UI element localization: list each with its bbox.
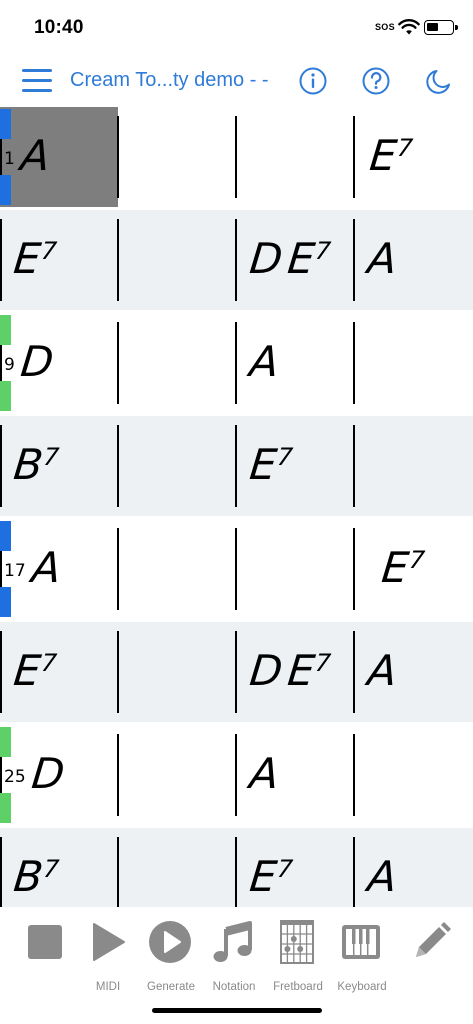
bar-line	[117, 219, 119, 301]
bar-line	[353, 631, 355, 713]
bar-line	[235, 734, 237, 816]
bar-line	[235, 219, 237, 301]
chord-symbol[interactable]: E7	[11, 646, 58, 695]
bar-line	[353, 734, 355, 816]
song-title[interactable]: Cream To...ty demo - -	[70, 69, 269, 92]
battery-icon	[424, 20, 458, 35]
chord-symbol[interactable]: A	[365, 646, 399, 695]
chord-grid[interactable]: 1 A E7 E7 D E7 A 9 D A B7 E7 17 A E7 E7 D E7 A 25 D A B7 E7 A	[0, 107, 473, 928]
section-marker	[0, 175, 11, 205]
chord-symbol[interactable]: A	[365, 852, 399, 901]
bar-line	[235, 322, 237, 404]
bar-line	[0, 219, 2, 301]
info-icon[interactable]	[298, 66, 328, 96]
bar-line	[235, 425, 237, 507]
grid-row[interactable]: 17 A E7	[0, 519, 473, 619]
section-marker	[0, 793, 11, 823]
bar-line	[117, 631, 119, 713]
sos-indicator: SOS	[375, 22, 395, 32]
bar-line	[235, 528, 237, 610]
status-bar: 10:40 SOS	[0, 0, 473, 55]
section-marker	[0, 521, 11, 551]
chord-symbol[interactable]: E7	[367, 131, 414, 180]
chord-symbol[interactable]: E7	[247, 852, 294, 901]
bar-line	[117, 116, 119, 198]
chord-symbol[interactable]: E7	[285, 646, 332, 695]
bar-number: 1	[4, 149, 15, 169]
bar-line	[117, 322, 119, 404]
keyboard-icon	[342, 925, 380, 959]
chord-symbol[interactable]: E7	[285, 234, 332, 283]
chord-symbol[interactable]: A	[247, 337, 281, 386]
bar-line	[235, 116, 237, 198]
grid-row[interactable]: 9D A	[0, 313, 473, 413]
bottom-toolbar: MIDI Generate Notation Fretboard Keyboar…	[0, 907, 473, 1024]
chord-symbol[interactable]: B7	[11, 852, 60, 901]
bar-line	[235, 631, 237, 713]
bar-line	[353, 322, 355, 404]
bar-line	[353, 528, 355, 610]
fretboard-icon	[280, 920, 314, 964]
grid-row[interactable]: B7 E7	[0, 416, 473, 516]
section-marker	[0, 727, 11, 757]
keyboard-button[interactable]: Keyboard	[330, 919, 394, 999]
notation-button[interactable]: Notation	[202, 919, 266, 999]
play-icon	[93, 923, 125, 961]
fretboard-button[interactable]: Fretboard	[266, 919, 330, 999]
play-circle-icon	[149, 921, 191, 963]
pencil-icon	[416, 922, 451, 957]
chord-symbol[interactable]: A	[247, 749, 281, 798]
bar-line	[117, 425, 119, 507]
section-marker	[0, 315, 11, 345]
chord-symbol[interactable]: D	[29, 749, 66, 798]
bar-number: 17	[4, 561, 26, 581]
stop-button[interactable]	[14, 919, 78, 999]
hamburger-menu-icon[interactable]	[22, 69, 52, 93]
chord-symbol[interactable]: A	[29, 543, 63, 592]
section-marker	[0, 381, 11, 411]
midi-button[interactable]: MIDI	[76, 919, 140, 999]
keyboard-label: Keyboard	[337, 981, 387, 993]
music-note-icon	[213, 921, 252, 962]
stop-icon	[28, 925, 62, 959]
chord-symbol[interactable]: E7	[379, 543, 426, 592]
bar-number: 25	[4, 767, 26, 787]
chord-symbol[interactable]: D	[18, 337, 55, 386]
grid-row[interactable]: 1 A E7	[0, 107, 473, 207]
bar-line	[353, 425, 355, 507]
chord-symbol[interactable]: A	[18, 131, 52, 180]
section-marker	[0, 587, 11, 617]
bar-line	[353, 116, 355, 198]
status-time: 10:40	[34, 17, 84, 38]
chord-symbol[interactable]: B7	[11, 440, 60, 489]
chord-symbol[interactable]: E7	[247, 440, 294, 489]
bar-number: 9	[4, 355, 15, 375]
edit-button[interactable]	[400, 919, 464, 999]
bar-line	[0, 425, 2, 507]
chord-symbol[interactable]: D	[247, 646, 284, 695]
grid-row[interactable]: E7 D E7 A	[0, 210, 473, 310]
selected-cell[interactable]	[0, 107, 118, 207]
chord-symbol[interactable]: D	[247, 234, 284, 283]
help-icon[interactable]	[361, 66, 391, 96]
chord-symbol[interactable]: E7	[11, 234, 58, 283]
wifi-icon	[398, 19, 420, 35]
section-marker	[0, 109, 11, 139]
bar-line	[0, 631, 2, 713]
grid-row[interactable]: 25 D A	[0, 725, 473, 825]
bar-line	[117, 528, 119, 610]
grid-row[interactable]: E7 D E7 A	[0, 622, 473, 722]
bar-line	[353, 219, 355, 301]
nav-bar: Cream To...ty demo - -	[0, 55, 473, 107]
moon-icon[interactable]	[424, 66, 454, 96]
home-indicator	[152, 1008, 322, 1013]
bar-line	[117, 734, 119, 816]
chord-symbol[interactable]: A	[365, 234, 399, 283]
generate-button[interactable]: Generate	[139, 919, 203, 999]
